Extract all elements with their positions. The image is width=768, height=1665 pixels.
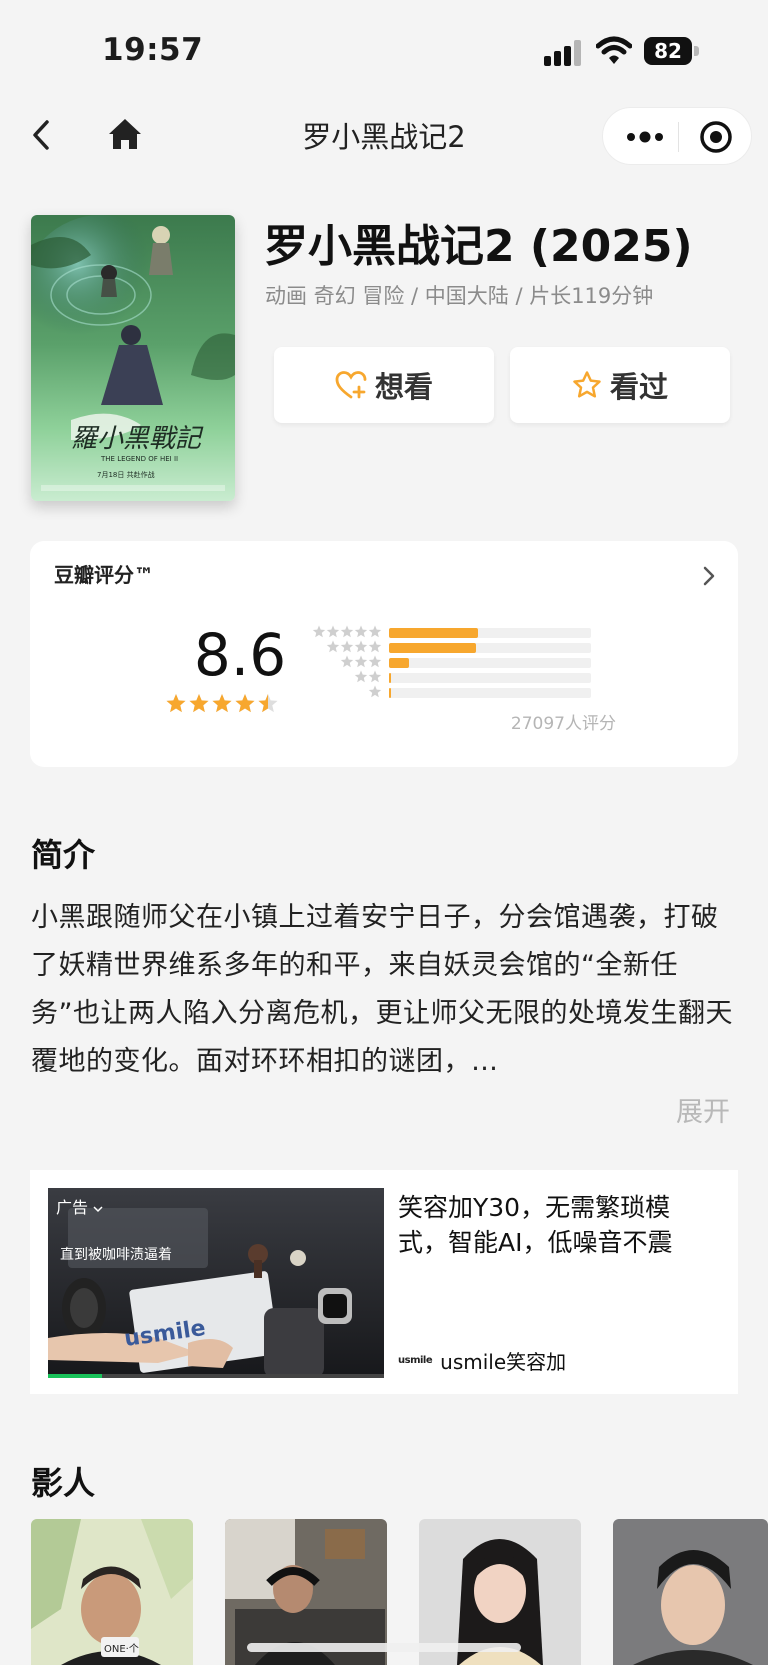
ad-caption: 直到被咖啡渍逼着 [60, 1247, 172, 1263]
mini-program-capsule [602, 107, 752, 165]
rating-star-filled [189, 694, 209, 713]
rating-distribution-stars [340, 655, 382, 668]
rating-bar-fill [389, 643, 476, 653]
star-icon [340, 655, 354, 668]
cellular-signal-icon [544, 40, 584, 66]
star-icon [312, 625, 326, 638]
ad-tag-text: 广告 [56, 1198, 89, 1217]
star-icon [354, 655, 368, 668]
poster-subtitle-text: THE LEGEND OF HEI II [100, 455, 178, 463]
rating-distribution-row [302, 655, 591, 671]
rating-stars [166, 694, 278, 713]
rating-distribution-stars [354, 670, 382, 683]
rating-distribution-row [302, 640, 591, 656]
rating-distribution-row [302, 625, 591, 641]
watched-button[interactable]: 看过 [510, 347, 730, 423]
close-mini-program-button[interactable] [695, 116, 737, 158]
rating-bar-fill [389, 658, 410, 668]
ad-label: 广告 [56, 1194, 103, 1218]
poster-title-text: 羅小黑戰記 [71, 424, 204, 454]
rating-title: 豆瓣评分™ [54, 563, 154, 587]
rating-bar-track [389, 688, 591, 698]
star-icon [368, 625, 382, 638]
home-icon [109, 119, 141, 149]
star-icon [368, 655, 382, 668]
chevron-right-icon [703, 566, 715, 586]
poster-date-text: 7月18日 共赴作战 [97, 470, 155, 479]
cast-photo-caption: ONE·个 [104, 1643, 139, 1655]
battery-level: 82 [644, 37, 692, 65]
star-icon [354, 640, 368, 653]
ad-brand[interactable]: usmile usmile笑容加 [398, 1346, 566, 1375]
movie-title: 罗小黑战记2 (2025) [264, 221, 693, 272]
heart-plus-icon [335, 371, 367, 399]
star-icon [368, 640, 382, 653]
star-icon [340, 625, 354, 638]
want-to-watch-button[interactable]: 想看 [274, 347, 494, 423]
rating-distribution-stars [312, 625, 382, 638]
ad-brand-logo: usmile [398, 1355, 433, 1366]
ad-headline[interactable]: 笑容加Y30，无需繁琐模式，智能AI，低噪音不震 [398, 1190, 708, 1260]
status-time: 19:57 [102, 32, 204, 68]
status-bar: 19:57 82 [0, 0, 768, 100]
more-dots-icon [627, 131, 663, 143]
rating-bar-track [389, 673, 591, 683]
ad-image[interactable]: usmile 广告 直到被咖啡渍逼着 [48, 1188, 384, 1378]
watched-label: 看过 [609, 370, 668, 404]
star-icon [326, 640, 340, 653]
page-title: 罗小黑战记2 [302, 120, 466, 154]
home-indicator [247, 1643, 521, 1652]
rating-star-filled [235, 694, 255, 713]
cast-heading: 影人 [31, 1464, 96, 1502]
nav-bar: 罗小黑战记2 [0, 100, 768, 172]
rating-score: 8.6 [193, 621, 287, 689]
ad-video-progress [48, 1374, 384, 1378]
battery-icon: 82 [644, 37, 700, 65]
rating-star-filled [166, 694, 186, 713]
rating-bar-track [389, 658, 591, 668]
rating-bar-fill [389, 628, 478, 638]
cast-member-photo[interactable]: ONE·个 [31, 1519, 193, 1665]
want-to-watch-label: 想看 [374, 370, 433, 404]
more-button[interactable] [621, 117, 669, 157]
rating-bar-fill [389, 673, 392, 683]
star-icon [368, 685, 382, 698]
rating-distribution-row [302, 670, 591, 686]
chevron-down-icon [93, 1206, 103, 1213]
movie-poster[interactable]: 羅小黑戰記 THE LEGEND OF HEI II 7月18日 共赴作战 [31, 215, 235, 501]
star-icon [340, 640, 354, 653]
ad-brand-name: usmile笑容加 [440, 1350, 567, 1374]
back-button[interactable] [18, 110, 68, 160]
rating-bar-fill [389, 688, 392, 698]
rating-bar-track [389, 628, 591, 638]
movie-meta: 动画 奇幻 冒险 / 中国大陆 / 片长119分钟 [265, 284, 654, 308]
chevron-left-icon [33, 120, 49, 150]
synopsis-heading: 简介 [31, 836, 96, 874]
ad-card[interactable]: usmile 广告 直到被咖啡渍逼着 笑容加Y30，无需繁琐模式，智能AI，低噪… [30, 1170, 738, 1394]
rating-star-filled [212, 694, 232, 713]
star-outline-icon [573, 371, 601, 398]
rating-distribution-stars [368, 685, 382, 698]
target-close-icon [700, 121, 732, 153]
rating-count: 27097人评分 [510, 714, 616, 734]
douban-rating-card[interactable]: 豆瓣评分™ 8.6 27097人评分 [30, 541, 738, 767]
rating-distribution [302, 625, 591, 715]
rating-bar-track [389, 643, 591, 653]
wifi-icon [595, 36, 633, 66]
star-icon [354, 625, 368, 638]
synopsis-text: 小黑跟随师父在小镇上过着安宁日子，分会馆遇袭，打破了妖精世界维系多年的和平，来自… [31, 902, 733, 1077]
star-icon [368, 670, 382, 683]
rating-distribution-row [302, 685, 591, 701]
home-button[interactable] [100, 110, 150, 160]
rating-distribution-stars [326, 640, 382, 653]
star-icon [326, 625, 340, 638]
star-icon [354, 670, 368, 683]
cast-member-photo[interactable] [613, 1519, 768, 1665]
expand-button[interactable]: 展开 [676, 1090, 730, 1129]
